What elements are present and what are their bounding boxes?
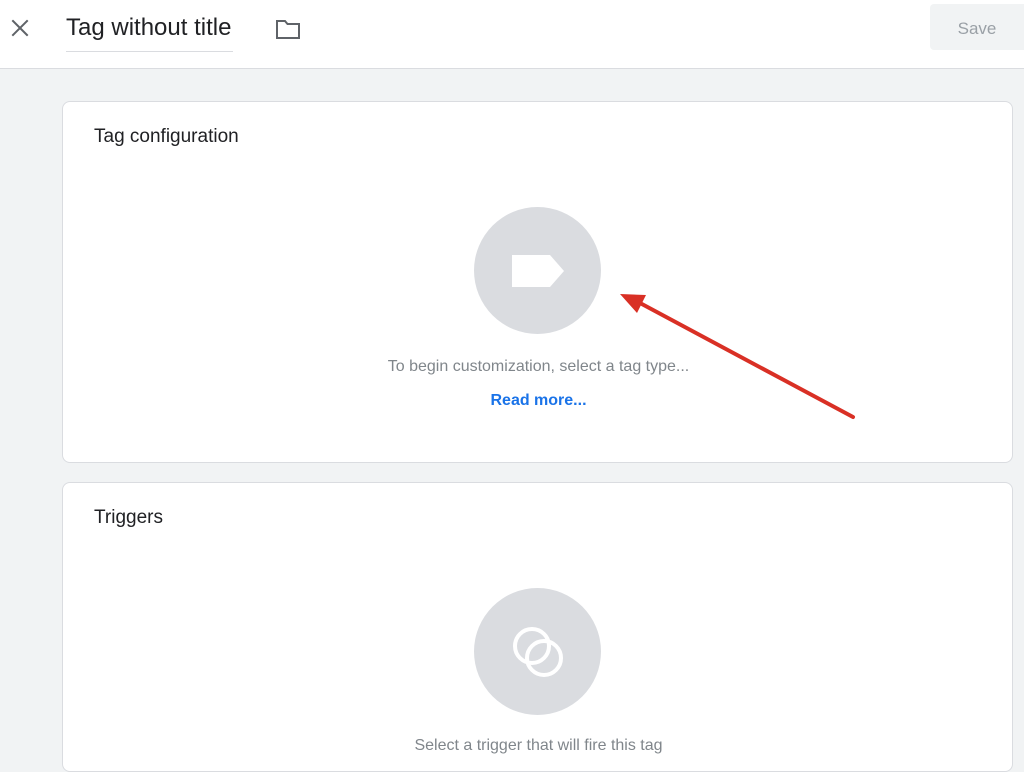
tag-icon (511, 254, 564, 287)
triggers-card: Triggers Select a trigger that will fire… (62, 482, 1013, 772)
select-tag-type-button[interactable] (474, 207, 601, 334)
tag-type-hint: To begin customization, select a tag typ… (387, 358, 690, 375)
top-bar: Tag without title Save (0, 0, 1024, 69)
read-more-link-wrap: Read more... (63, 392, 1014, 410)
tag-configuration-card: Tag configuration To begin customization… (62, 101, 1013, 463)
close-icon (11, 19, 29, 37)
save-button[interactable]: Save (930, 4, 1024, 50)
select-trigger-button[interactable] (474, 588, 601, 715)
read-more-link[interactable]: Read more... (490, 392, 586, 409)
tag-title: Tag without title (66, 14, 232, 41)
trigger-icon (512, 626, 563, 677)
tag-configuration-title: Tag configuration (94, 126, 239, 147)
folder-button[interactable] (274, 16, 302, 42)
folder-icon (276, 20, 300, 39)
triggers-title: Triggers (94, 507, 163, 528)
trigger-hint: Select a trigger that will fire this tag (414, 737, 663, 754)
close-button[interactable] (6, 14, 34, 42)
tag-title-field[interactable]: Tag without title (66, 12, 234, 52)
